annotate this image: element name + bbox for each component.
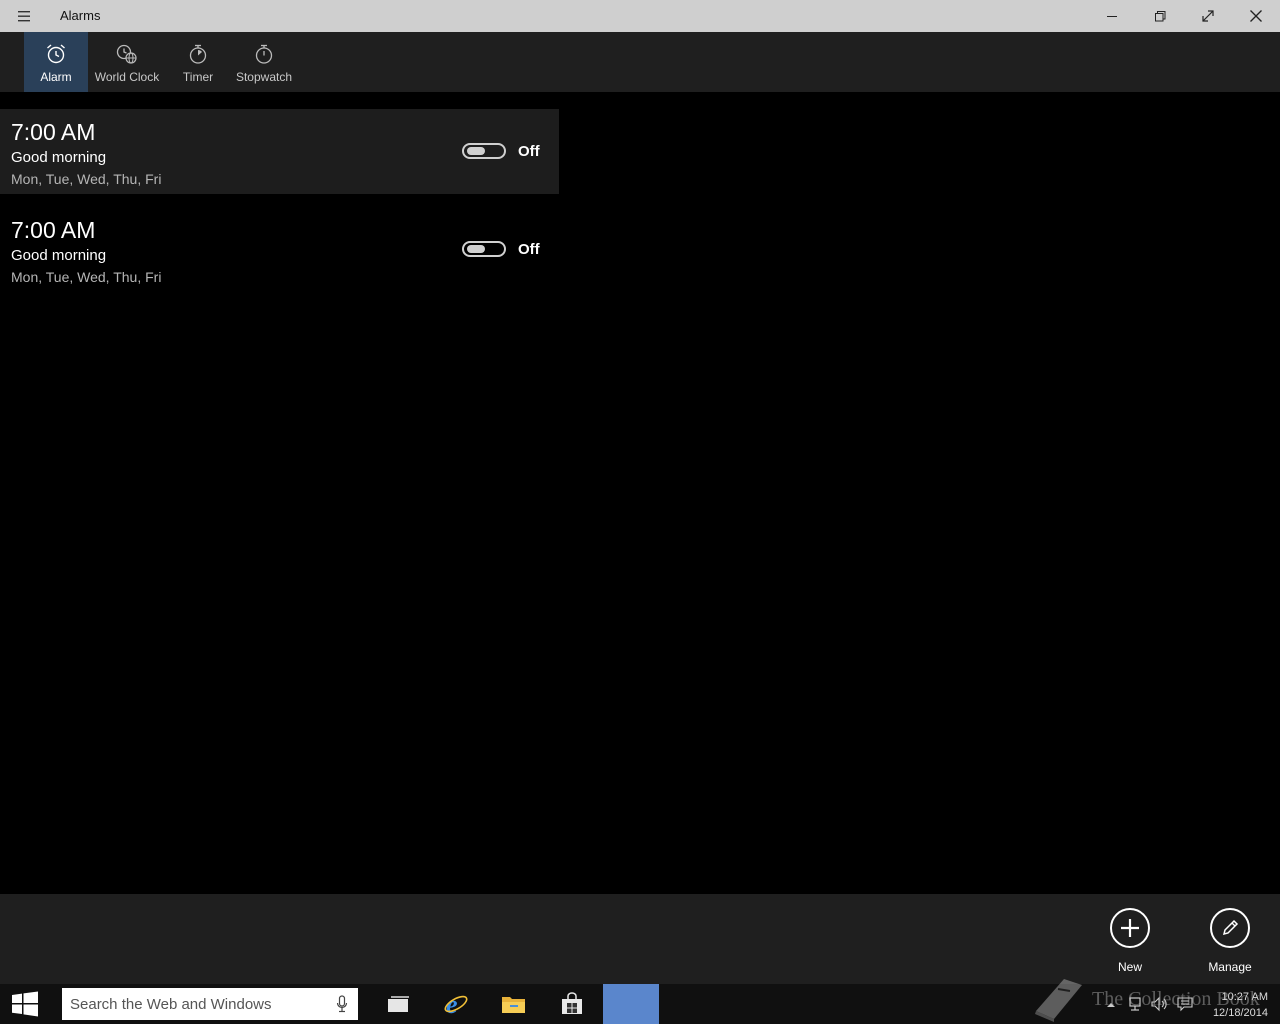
taskbar: Search the Web and Windows e 10:27 AM 12… (0, 984, 1280, 1024)
volume-icon[interactable] (1150, 996, 1170, 1012)
fullscreen-button[interactable] (1184, 0, 1232, 32)
tab-bar: Alarm World Clock Timer Stopwatch (0, 32, 1280, 92)
internet-explorer-icon: e (444, 991, 468, 1017)
new-label: New (1117, 960, 1142, 974)
alarm-item[interactable]: 7:00 AM Good morning Mon, Tue, Wed, Thu,… (0, 109, 559, 194)
task-view-button[interactable] (374, 984, 424, 1024)
hamburger-menu-button[interactable] (10, 6, 38, 26)
internet-explorer-button[interactable]: e (431, 984, 481, 1024)
tab-label: Stopwatch (235, 70, 293, 84)
alarm-name: Good morning (11, 247, 107, 264)
alarm-state: Off (518, 143, 540, 160)
restore-button[interactable] (1136, 0, 1184, 32)
minimize-button[interactable] (1088, 0, 1136, 32)
new-alarm-button[interactable]: New (1095, 908, 1165, 974)
plus-icon (1121, 919, 1139, 937)
toggle-knob (467, 147, 485, 155)
title-bar: Alarms (0, 0, 1280, 32)
tab-stopwatch[interactable]: Stopwatch (232, 32, 296, 92)
taskbar-alarms-app-button[interactable] (603, 984, 659, 1024)
windows-logo-icon (12, 991, 38, 1017)
clock-time: 10:27 AM (1221, 991, 1268, 1003)
alarm-state: Off (518, 241, 540, 258)
minimize-icon (1107, 16, 1117, 17)
tab-label: Alarm (40, 70, 72, 84)
alarm-toggle[interactable] (462, 143, 506, 159)
microphone-button[interactable] (336, 995, 348, 1018)
hamburger-icon (18, 11, 30, 22)
close-icon (1250, 10, 1262, 22)
fullscreen-icon (1202, 10, 1214, 22)
folder-icon (502, 997, 525, 1013)
command-bar: New Manage (0, 894, 1280, 984)
task-view-icon (388, 996, 409, 1012)
world-clock-icon (116, 44, 137, 64)
tab-label: Timer (182, 70, 214, 84)
search-placeholder: Search the Web and Windows (70, 996, 272, 1013)
store-bag-icon (562, 992, 582, 1014)
alarm-toggle[interactable] (462, 241, 506, 257)
system-tray (1104, 984, 1194, 1024)
microphone-icon (336, 995, 348, 1013)
clock-date: 12/18/2014 (1212, 1007, 1268, 1019)
show-hidden-icons-icon[interactable] (1104, 997, 1118, 1011)
restore-icon (1155, 11, 1166, 22)
alarm-clock-icon (47, 44, 65, 64)
tab-alarm[interactable]: Alarm (24, 32, 88, 92)
alarm-name: Good morning (11, 149, 107, 166)
alarm-days: Mon, Tue, Wed, Thu, Fri (11, 171, 162, 187)
file-explorer-button[interactable] (489, 984, 539, 1024)
manage-alarms-button[interactable]: Manage (1195, 908, 1265, 974)
taskbar-clock[interactable]: 10:27 AM 12/18/2014 (1206, 989, 1268, 1021)
network-icon[interactable] (1126, 996, 1144, 1012)
timer-icon (189, 44, 207, 64)
close-button[interactable] (1232, 0, 1280, 32)
tab-label: World Clock (94, 70, 160, 84)
alarm-time: 7:00 AM (11, 119, 96, 145)
window-title: Alarms (60, 8, 101, 23)
action-center-icon[interactable] (1176, 996, 1194, 1012)
alarm-time: 7:00 AM (11, 217, 96, 243)
search-box[interactable]: Search the Web and Windows (62, 988, 358, 1020)
toggle-knob (467, 245, 485, 253)
pencil-icon (1222, 919, 1239, 936)
alarm-days: Mon, Tue, Wed, Thu, Fri (11, 269, 162, 285)
tab-timer[interactable]: Timer (174, 32, 222, 92)
stopwatch-icon (255, 44, 273, 64)
start-button[interactable] (0, 984, 50, 1024)
tab-world-clock[interactable]: World Clock (92, 32, 162, 92)
alarm-item[interactable]: 7:00 AM Good morning Mon, Tue, Wed, Thu,… (0, 207, 559, 292)
manage-label: Manage (1208, 960, 1252, 974)
store-button[interactable] (547, 984, 597, 1024)
